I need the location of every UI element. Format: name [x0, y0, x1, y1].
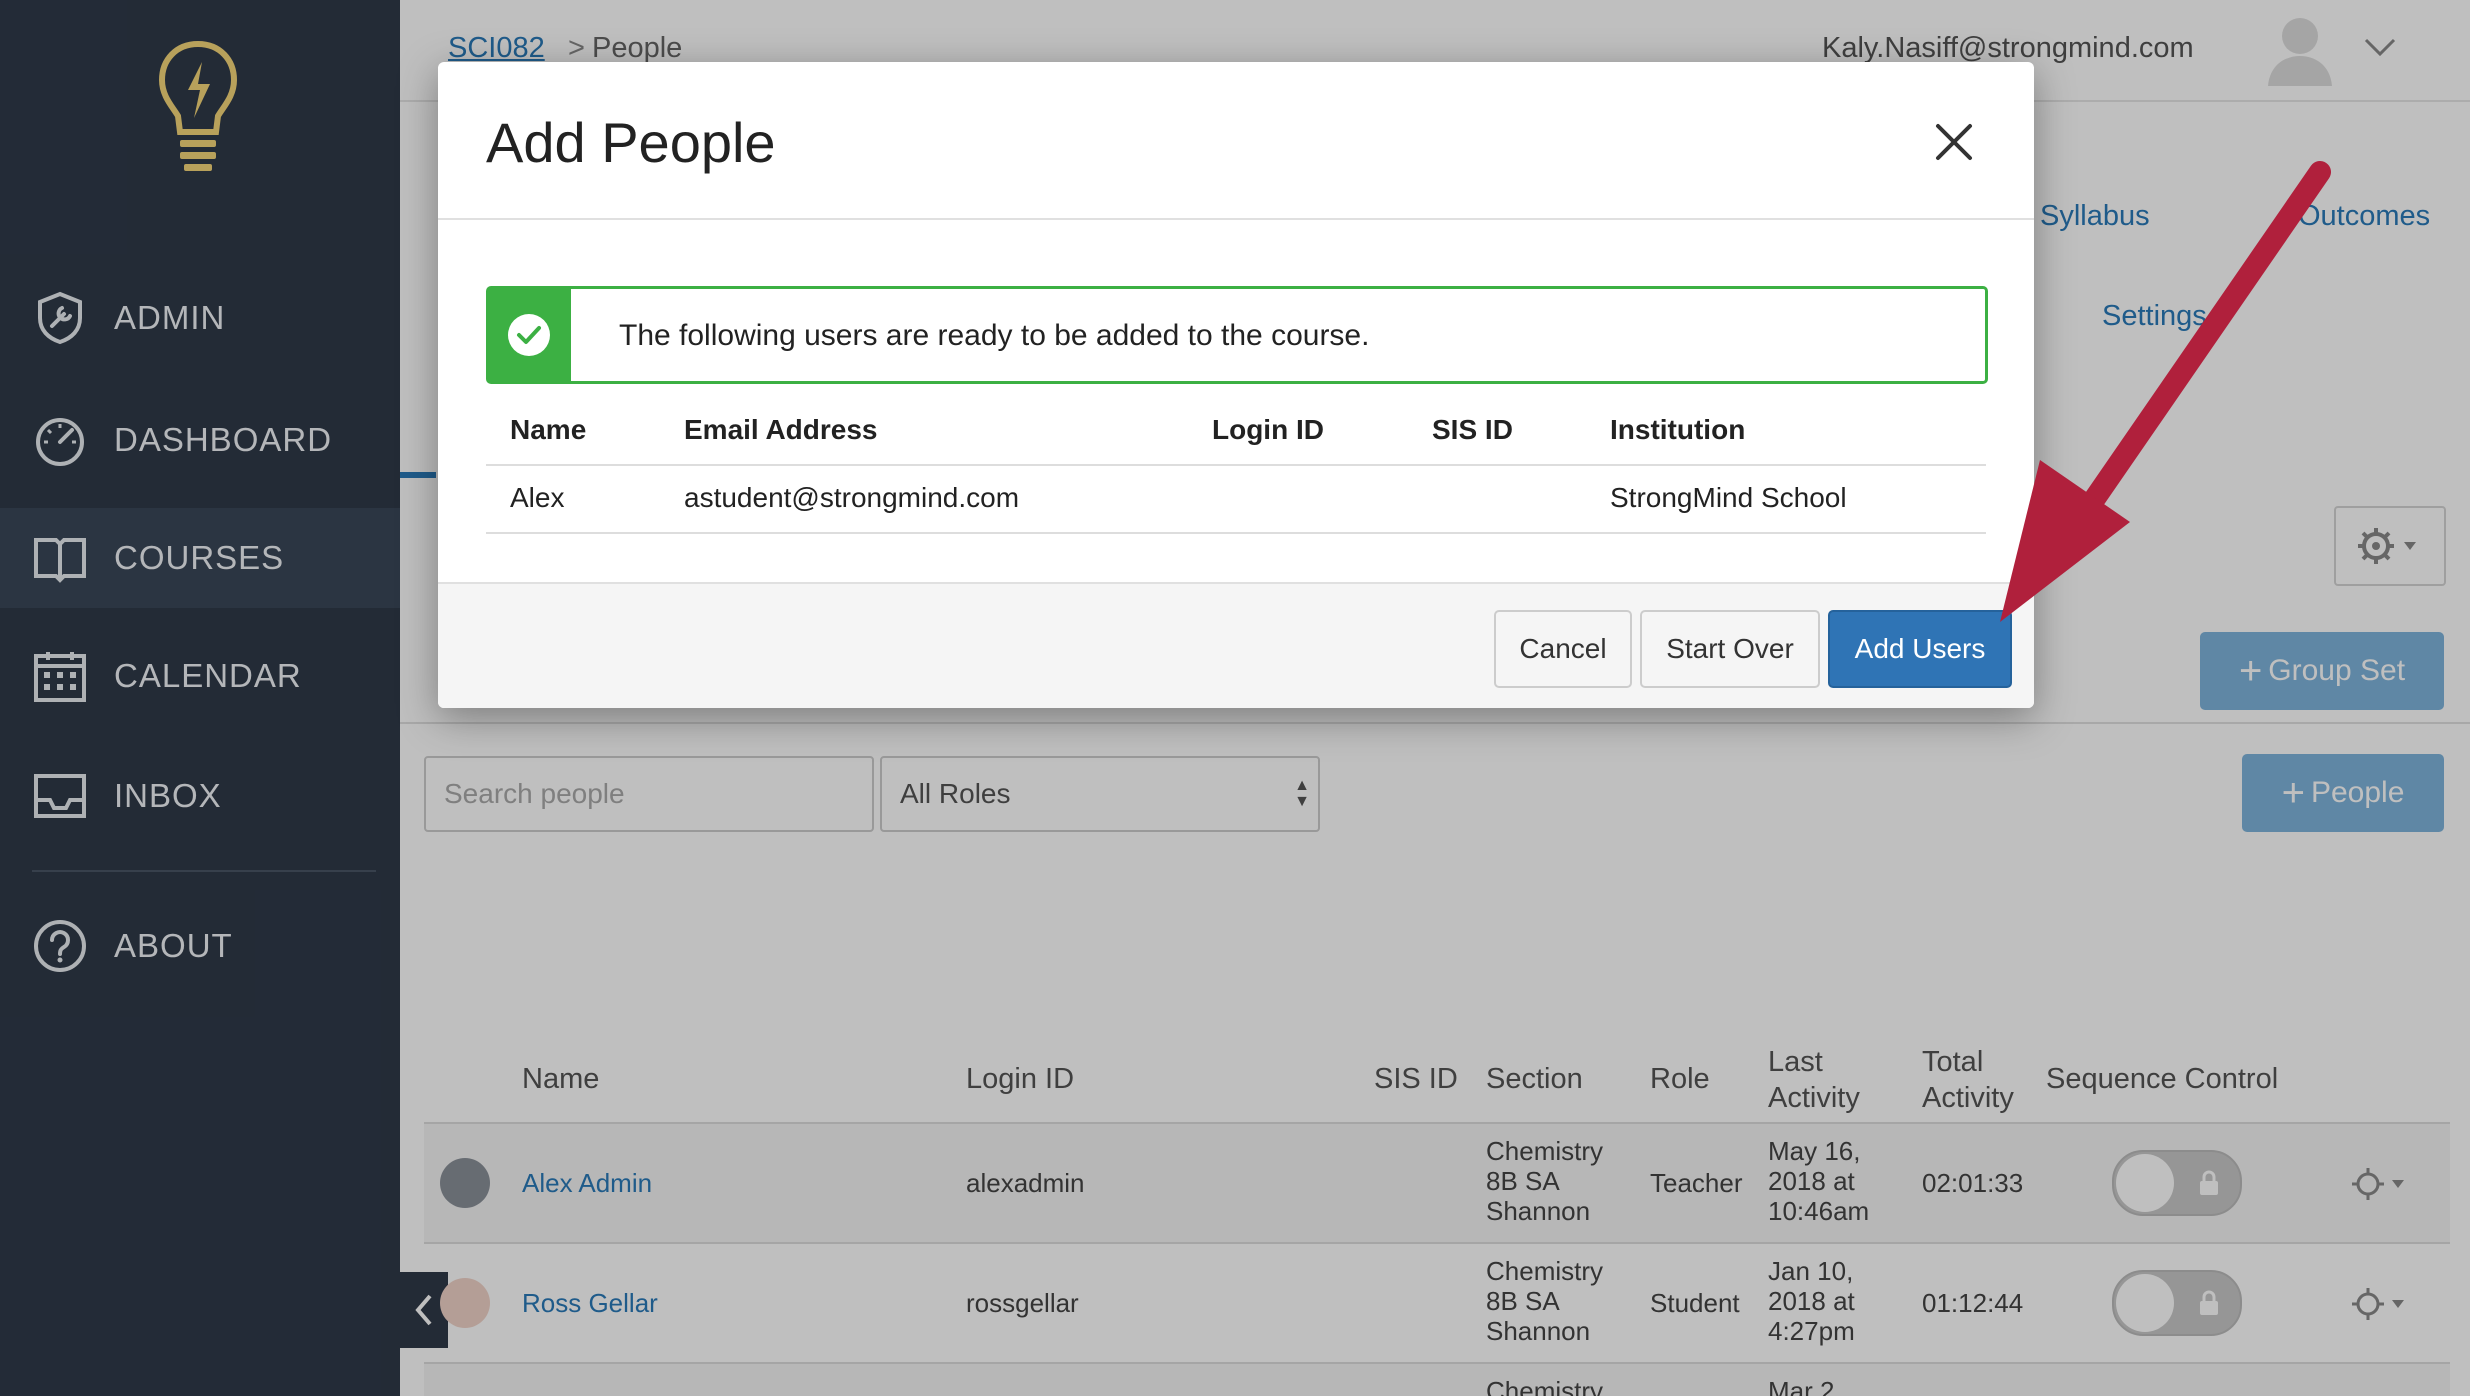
start-over-button[interactable]: Start Over: [1640, 610, 1820, 688]
modal-title: Add People: [486, 111, 776, 174]
user-name-cell: Alex: [510, 482, 565, 513]
modal-column-email: Email Address: [684, 414, 878, 445]
add-people-dialog: Add People The following users are ready…: [438, 62, 2034, 708]
modal-table-header-divider: [486, 464, 1986, 466]
modal-column-institution: Institution: [1610, 414, 1746, 445]
user-email-cell: astudent@strongmind.com: [684, 482, 1020, 513]
modal-table-row-divider: [486, 532, 1986, 534]
cancel-button[interactable]: Cancel: [1494, 610, 1632, 688]
close-icon[interactable]: [1930, 118, 1978, 166]
alert-icon-bar: [489, 289, 571, 381]
modal-footer: Cancel Start Over Add Users: [438, 582, 2034, 708]
annotation-arrow-icon: [2000, 161, 2331, 622]
check-circle-icon: [508, 314, 550, 356]
modal-column-name: Name: [510, 414, 587, 445]
success-alert: The following users are ready to be adde…: [486, 286, 1988, 384]
modal-column-login-id: Login ID: [1212, 414, 1324, 445]
modal-column-sis-id: SIS ID: [1432, 414, 1513, 445]
user-institution-cell: StrongMind School: [1610, 482, 1847, 513]
modal-header-divider: [438, 218, 2034, 220]
alert-message: The following users are ready to be adde…: [619, 319, 1370, 352]
